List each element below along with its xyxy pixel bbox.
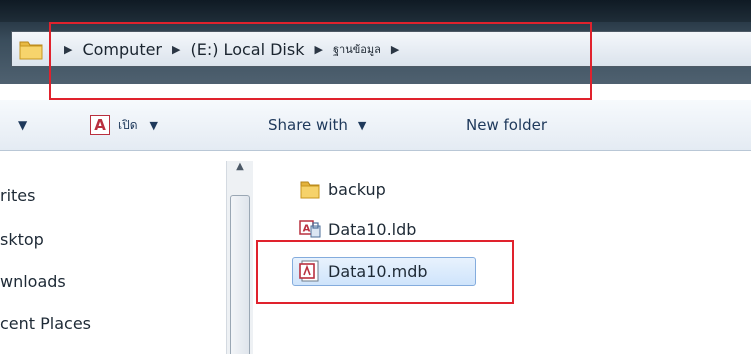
share-with-button[interactable]: Share with ▼ bbox=[268, 100, 366, 150]
scroll-thumb[interactable] bbox=[230, 195, 250, 354]
file-highlight-box bbox=[256, 240, 514, 304]
chevron-down-icon[interactable]: ▼ bbox=[150, 119, 158, 132]
folder-icon bbox=[300, 181, 320, 199]
new-folder-button[interactable]: New folder bbox=[466, 100, 547, 150]
address-highlight-box bbox=[49, 22, 592, 100]
access-lock-file-icon: A bbox=[299, 220, 321, 238]
nav-scrollbar[interactable]: ▲ bbox=[226, 161, 253, 354]
share-with-label: Share with bbox=[268, 116, 348, 134]
folder-icon bbox=[19, 41, 43, 60]
open-label: เปิด bbox=[118, 117, 138, 132]
access-app-icon: A bbox=[90, 115, 110, 135]
svg-text:A: A bbox=[303, 224, 311, 235]
window-top-band bbox=[0, 0, 751, 22]
file-name: backup bbox=[328, 179, 386, 199]
nav-item-recent-places[interactable]: cent Places bbox=[0, 314, 91, 333]
nav-item-desktop[interactable]: sktop bbox=[0, 230, 44, 249]
file-name: Data10.ldb bbox=[328, 219, 417, 239]
file-item-data10-ldb[interactable]: A Data10.ldb bbox=[298, 217, 416, 241]
nav-item-downloads[interactable]: wnloads bbox=[0, 272, 66, 291]
organize-dropdown-icon[interactable]: ▼ bbox=[18, 100, 27, 150]
chevron-down-icon: ▼ bbox=[357, 118, 367, 132]
open-button[interactable]: A เปิด ▼ bbox=[90, 100, 158, 150]
nav-item-favorites[interactable]: rites bbox=[0, 186, 35, 205]
scroll-up-arrow-icon[interactable]: ▲ bbox=[227, 161, 253, 179]
file-item-backup[interactable]: backup bbox=[298, 177, 386, 201]
